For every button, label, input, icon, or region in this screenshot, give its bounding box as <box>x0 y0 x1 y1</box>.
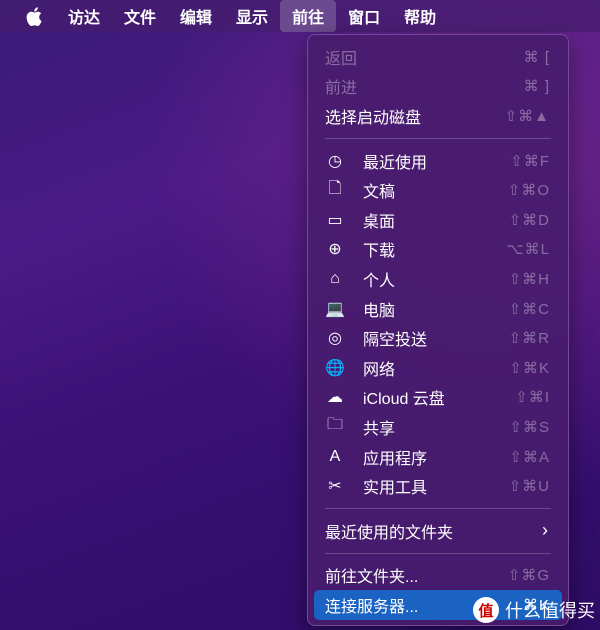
computer-icon: 💻 <box>325 300 345 318</box>
item-label: iCloud 云盘 <box>363 391 445 409</box>
item-shortcut: ⌥⌘L <box>506 241 550 259</box>
item-shortcut: ⇧⌘D <box>508 211 550 229</box>
menu-item-place[interactable]: 🗀 共享 ⇧⌘S <box>308 412 568 442</box>
download-icon: ⊕ <box>328 241 342 259</box>
menu-separator <box>325 552 551 554</box>
menu-item-place[interactable]: ▭ 桌面 ⇧⌘D <box>308 205 568 235</box>
item-shortcut: ⇧⌘▲ <box>504 107 550 125</box>
utilities-icon: ✂ <box>328 478 342 496</box>
menu-item-place[interactable]: ☁ iCloud 云盘 ⇧⌘I <box>308 383 568 413</box>
menu-file[interactable]: 文件 <box>112 0 168 32</box>
menu-help[interactable]: 帮助 <box>392 0 448 32</box>
item-shortcut: ⇧⌘I <box>515 389 550 407</box>
menu-separator <box>325 137 551 139</box>
menu-edit[interactable]: 编辑 <box>168 0 224 32</box>
menu-item-place[interactable]: 💻 电脑 ⇧⌘C <box>308 294 568 324</box>
menu-item-place[interactable]: ✂ 实用工具 ⇧⌘U <box>308 471 568 501</box>
document-icon: 🗋 <box>328 179 342 197</box>
item-shortcut: ⇧⌘H <box>508 270 550 288</box>
menu-item-place[interactable]: ⊕ 下载 ⌥⌘L <box>308 235 568 265</box>
menu-item-place[interactable]: ◎ 隔空投送 ⇧⌘R <box>308 323 568 353</box>
menu-item-place[interactable]: ⌂ 个人 ⇧⌘H <box>308 264 568 294</box>
menu-window[interactable]: 窗口 <box>336 0 392 32</box>
item-label: 隔空投送 <box>363 332 428 350</box>
places-group: ◷ 最近使用 ⇧⌘F 🗋 文稿 ⇧⌘O ▭ 桌面 ⇧⌘D ⊕ 下载 ⌥⌘L ⌂ 个人 ⇧⌘H 💻 电脑 ⇧⌘C ◎ 隔… <box>308 146 568 501</box>
menu-view[interactable]: 显示 <box>224 0 280 32</box>
item-shortcut: ⇧⌘U <box>508 478 550 496</box>
item-shortcut: ⌘ ] <box>523 78 550 96</box>
item-label: 文稿 <box>363 184 396 202</box>
menu-separator <box>325 507 551 509</box>
item-label: 最近使用的文件夹 <box>325 524 454 542</box>
watermark-text: 什么值得买 <box>505 601 595 621</box>
chevron-right-icon: › <box>542 520 548 541</box>
menu-go[interactable]: 前往 <box>280 0 337 32</box>
menu-item-place[interactable]: 🌐 网络 ⇧⌘K <box>308 353 568 383</box>
watermark-badge: 值 <box>473 597 499 623</box>
item-label: 下载 <box>363 243 396 261</box>
item-label: 最近使用 <box>363 154 428 172</box>
applications-icon: A <box>329 447 341 465</box>
item-shortcut: ⇧⌘F <box>510 152 550 170</box>
apple-menu-icon[interactable] <box>0 0 56 32</box>
item-label: 网络 <box>363 361 396 379</box>
menu-item-startup-disk[interactable]: 选择启动磁盘 ⇧⌘▲ <box>308 101 568 131</box>
go-menu-dropdown: 返回 ⌘ [ 前进 ⌘ ] 选择启动磁盘 ⇧⌘▲ ◷ 最近使用 ⇧⌘F 🗋 文稿 ⇧⌘O ▭ 桌面 ⇧… <box>307 34 569 626</box>
item-shortcut: ⇧⌘K <box>509 359 550 377</box>
menu-item-place[interactable]: ◷ 最近使用 ⇧⌘F <box>308 146 568 176</box>
menu-item-goto-folder[interactable]: 前往文件夹... ⇧⌘G <box>308 561 568 591</box>
menu-item-back[interactable]: 返回 ⌘ [ <box>308 42 568 72</box>
menu-item-place[interactable]: 🗋 文稿 ⇧⌘O <box>308 175 568 205</box>
item-shortcut: ⌘ [ <box>523 48 550 66</box>
desktop-icon: ▭ <box>327 211 343 229</box>
item-label: 返回 <box>325 50 358 68</box>
watermark-logo: 值什么值得买 <box>473 597 595 623</box>
item-label: 应用程序 <box>363 450 428 468</box>
network-icon: 🌐 <box>325 359 345 377</box>
menu-item-recent-folders[interactable]: 最近使用的文件夹 › <box>308 516 568 546</box>
item-shortcut: ⇧⌘A <box>509 448 550 466</box>
menu-finder[interactable]: 访达 <box>56 0 112 32</box>
item-label: 实用工具 <box>363 480 428 498</box>
home-icon: ⌂ <box>330 269 340 287</box>
shared-folder-icon: 🗀 <box>326 416 343 434</box>
item-shortcut: ⇧⌘O <box>507 182 550 200</box>
item-label: 电脑 <box>363 302 396 320</box>
item-shortcut: ⇧⌘G <box>507 567 550 585</box>
item-shortcut: ⇧⌘R <box>508 330 550 348</box>
clock-icon: ◷ <box>328 152 342 170</box>
menu-item-forward[interactable]: 前进 ⌘ ] <box>308 72 568 102</box>
menu-bar: 访达 文件 编辑 显示 前往 窗口 帮助 <box>0 0 600 32</box>
item-label: 前进 <box>325 80 358 98</box>
item-label: 共享 <box>363 420 396 438</box>
item-label: 选择启动磁盘 <box>325 109 422 127</box>
item-shortcut: ⇧⌘C <box>508 300 550 318</box>
item-shortcut: ⇧⌘S <box>509 418 550 436</box>
item-label: 前往文件夹... <box>325 569 419 587</box>
item-label: 桌面 <box>363 213 396 231</box>
icloud-icon: ☁ <box>327 389 343 407</box>
item-label: 个人 <box>363 272 396 290</box>
menu-item-place[interactable]: A 应用程序 ⇧⌘A <box>308 442 568 472</box>
airdrop-icon: ◎ <box>328 330 342 348</box>
item-label: 连接服务器... <box>325 598 419 616</box>
